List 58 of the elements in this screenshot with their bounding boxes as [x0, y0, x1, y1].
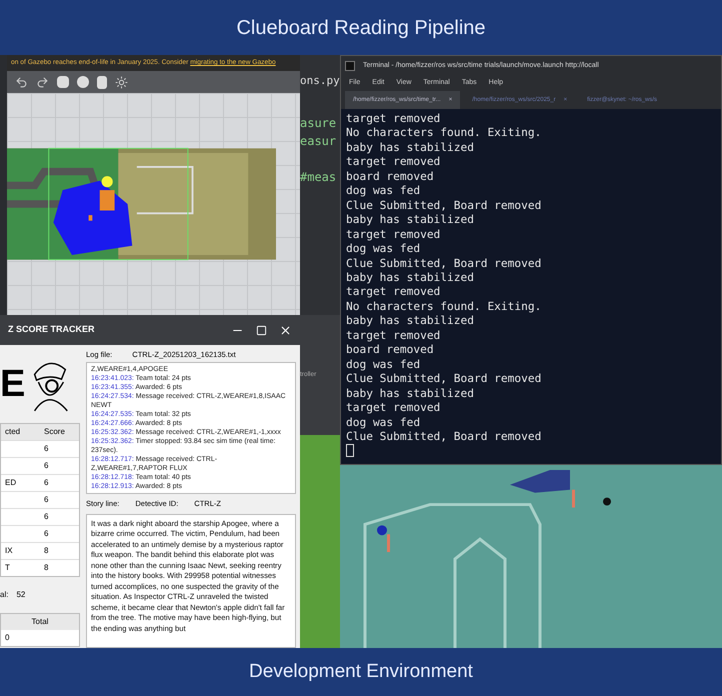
terminal-line: target removed — [346, 401, 442, 416]
undo-icon[interactable] — [15, 76, 28, 89]
code-line: easur — [300, 132, 338, 150]
cylinder-shape-icon[interactable] — [97, 76, 107, 89]
terminal-line: Clue Submitted, Board removed — [346, 430, 542, 444]
terminal-line: target removed — [346, 155, 442, 170]
terminal-line: baby has stabilized — [346, 270, 475, 286]
terminal-line: board removed — [346, 170, 435, 184]
table-cell-text: 6 — [43, 477, 50, 489]
terminal-icon — [345, 61, 355, 71]
redo-icon[interactable] — [36, 76, 49, 89]
terminal-line: No characters found. Exiting. — [346, 300, 542, 314]
logo-letter: E — [0, 365, 26, 403]
window-title: Z SCORE TRACKER — [8, 323, 96, 336]
terminal-line: target removed — [346, 228, 442, 242]
sun-icon[interactable] — [115, 76, 128, 89]
terminal-line: baby has stabilized — [346, 386, 475, 402]
total-label: al: — [0, 589, 8, 601]
terminal-line: baby has stabilized — [346, 314, 475, 329]
terminal-line: Clue Submitted, Board removed — [346, 198, 542, 214]
code-line: #meas — [300, 168, 338, 186]
table-cell-text: 6 — [43, 511, 50, 523]
box-shape-icon[interactable] — [57, 76, 69, 88]
editor-tab[interactable]: ons.py — [300, 73, 340, 90]
terminal-line: baby has stabilized — [346, 213, 475, 228]
terminal-cursor — [346, 444, 354, 458]
terminal-line: target removed — [346, 285, 442, 300]
terminal-line: board removed — [346, 343, 435, 358]
table-cell-text: 6 — [43, 460, 50, 472]
terminal-line: No characters found. Exiting. — [346, 126, 542, 141]
table-cell-text: 6 — [43, 443, 50, 455]
column-header: Total — [1, 614, 79, 630]
sphere-shape-icon[interactable] — [77, 76, 89, 88]
table-cell-text: 8 — [43, 562, 50, 574]
terminal-line: baby has stabilized — [346, 140, 475, 156]
terminal-line: Clue Submitted, Board removed — [346, 372, 542, 387]
terminal-line: dog was fed — [346, 242, 422, 257]
terminal-line: Clue Submitted, Board removed — [346, 256, 542, 271]
terminal-line: target removed — [346, 328, 442, 344]
terminal-line: dog was fed — [346, 358, 422, 372]
table-cell-text: ED — [4, 477, 18, 489]
table-cell-text: IX — [4, 545, 14, 557]
table-cell-text: T — [4, 562, 11, 574]
maximize-icon[interactable] — [256, 324, 267, 336]
slide-caption: Development Environment — [249, 660, 473, 684]
terminal-line: dog was fed — [346, 184, 422, 199]
table-cell-text: 8 — [43, 545, 50, 557]
table-cell-text: 6 — [43, 494, 50, 506]
table-cell-text: 0 — [4, 632, 10, 644]
terminal-line: dog was fed — [346, 416, 422, 430]
close-icon[interactable] — [279, 324, 292, 336]
terminal-line: target removed — [346, 112, 442, 126]
table-cell-text: 6 — [43, 528, 50, 540]
slide-title: Clueboard Reading Pipeline — [236, 16, 486, 40]
total-value: 52 — [16, 589, 26, 601]
column-header: Score — [43, 426, 66, 438]
column-header: cted — [4, 426, 22, 438]
code-line: asure — [300, 114, 338, 132]
